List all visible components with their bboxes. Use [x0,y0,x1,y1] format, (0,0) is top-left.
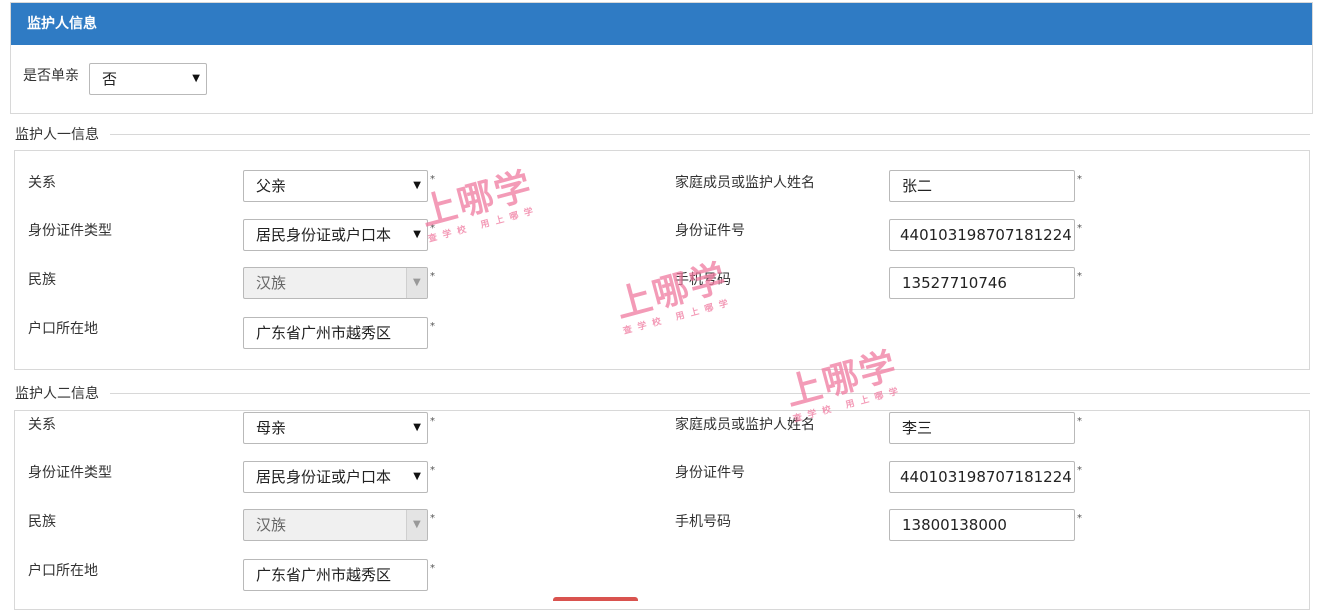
g2-ethnic-select[interactable]: 汉族 ▼ [243,509,428,541]
chevron-down-icon: ▼ [413,471,421,482]
required-mark: * [430,174,435,185]
g2-hukou-label: 户口所在地 [28,563,98,579]
required-mark: * [1077,416,1082,427]
required-mark: * [430,271,435,282]
guardian1-title: 监护人一信息 [15,127,99,143]
g1-id-no-input[interactable]: 440103198707181224 [889,219,1075,251]
g1-id-type-label: 身份证件类型 [28,223,112,239]
required-mark: * [1077,271,1082,282]
required-mark: * [430,321,435,332]
g1-hukou-label: 户口所在地 [28,321,98,337]
g1-phone-input[interactable]: 13527710746 [889,267,1075,299]
required-mark: * [1077,174,1082,185]
g1-id-type-select[interactable]: 居民身份证或户口本 ▼ [243,219,428,251]
g1-phone-label: 手机号码 [675,272,731,288]
g2-phone-input[interactable]: 13800138000 [889,509,1075,541]
required-mark: * [1077,465,1082,476]
g2-id-type-label: 身份证件类型 [28,465,112,481]
single-parent-select[interactable]: 否 ▼ [89,63,207,95]
chevron-down-icon: ▼ [413,180,421,191]
g2-phone-label: 手机号码 [675,514,731,530]
chevron-down-icon: ▼ [413,277,421,288]
g2-id-type-select[interactable]: 居民身份证或户口本 ▼ [243,461,428,493]
required-mark: * [430,563,435,574]
guardian-panel: 监护人信息 是否单亲 否 ▼ [10,2,1313,114]
section-divider [110,393,1310,394]
required-mark: * [430,416,435,427]
required-mark: * [1077,513,1082,524]
g2-id-no-input[interactable]: 440103198707181224 [889,461,1075,493]
submit-button-edge[interactable] [553,597,638,601]
g2-id-no-label: 身份证件号 [675,465,745,481]
required-mark: * [1077,223,1082,234]
g1-ethnic-select[interactable]: 汉族 ▼ [243,267,428,299]
chevron-down-icon: ▼ [413,422,421,433]
g1-ethnic-label: 民族 [28,272,56,288]
guardian1-box [14,150,1310,370]
g1-id-no-label: 身份证件号 [675,223,745,239]
g1-relation-label: 关系 [28,175,56,191]
section-divider [110,134,1310,135]
chevron-down-icon: ▼ [413,229,421,240]
chevron-down-icon: ▼ [192,73,200,84]
single-parent-row: 是否单亲 [23,65,83,85]
g1-hukou-input[interactable]: 广东省广州市越秀区 [243,317,428,349]
g1-name-input[interactable]: 张二 [889,170,1075,202]
g2-name-label: 家庭成员或监护人姓名 [675,417,815,433]
g1-name-label: 家庭成员或监护人姓名 [675,175,815,191]
panel-header: 监护人信息 [11,3,1312,45]
g2-name-input[interactable]: 李三 [889,412,1075,444]
chevron-down-icon: ▼ [413,519,421,530]
guardian2-title: 监护人二信息 [15,386,99,402]
g1-relation-select[interactable]: 父亲 ▼ [243,170,428,202]
required-mark: * [430,223,435,234]
g2-relation-label: 关系 [28,417,56,433]
required-mark: * [430,465,435,476]
guardian2-box [14,410,1310,610]
single-parent-label: 是否单亲 [23,68,79,84]
g2-relation-select[interactable]: 母亲 ▼ [243,412,428,444]
g2-hukou-input[interactable]: 广东省广州市越秀区 [243,559,428,591]
required-mark: * [430,513,435,524]
g2-ethnic-label: 民族 [28,514,56,530]
